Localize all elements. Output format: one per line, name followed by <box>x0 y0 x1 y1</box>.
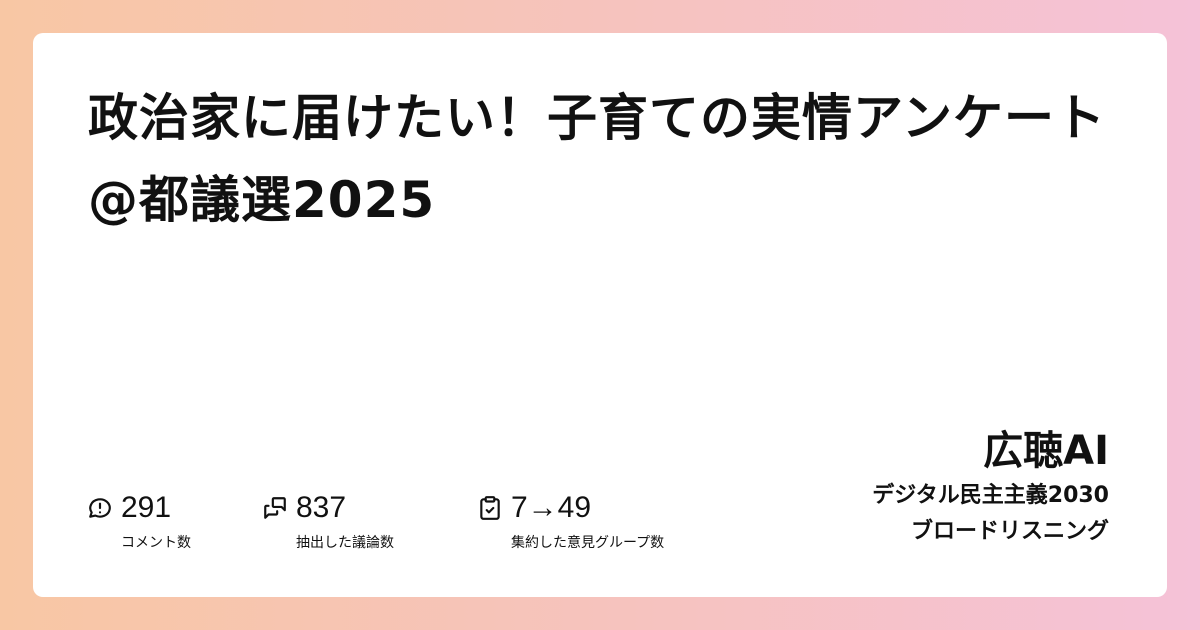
stat-arguments: 837 抽出した議論数 <box>262 488 394 552</box>
brand-tagline-1: デジタル民主主義2030 <box>872 483 1109 508</box>
page-title: 政治家に届けたい！子育ての実情アンケート@都議選2025 <box>88 89 1106 229</box>
clipboard-check-icon <box>480 496 500 520</box>
argument-count-label: 抽出した議論数 <box>296 535 394 551</box>
brand-name: 広聴AI <box>983 428 1109 474</box>
brand: 広聴AI デジタル民主主義2030 ブロードリスニング <box>872 426 1109 548</box>
argument-count: 837 <box>296 491 347 524</box>
comment-count: 291 <box>121 491 172 524</box>
stat-comments: 291 コメント数 <box>87 488 191 552</box>
stat-groups: 7→49 集約した意見グループ数 <box>477 488 664 552</box>
brand-tagline-2: ブロードリスニング <box>910 519 1109 544</box>
comment-count-label: コメント数 <box>121 535 191 551</box>
messages-icon <box>264 497 286 519</box>
group-count-label: 集約した意見グループ数 <box>511 535 665 551</box>
group-count: 7→49 <box>511 491 592 524</box>
comment-alert-icon <box>89 498 111 518</box>
og-card: 政治家に届けたい！子育ての実情アンケート@都議選2025 291 コメント数 8… <box>33 33 1167 597</box>
